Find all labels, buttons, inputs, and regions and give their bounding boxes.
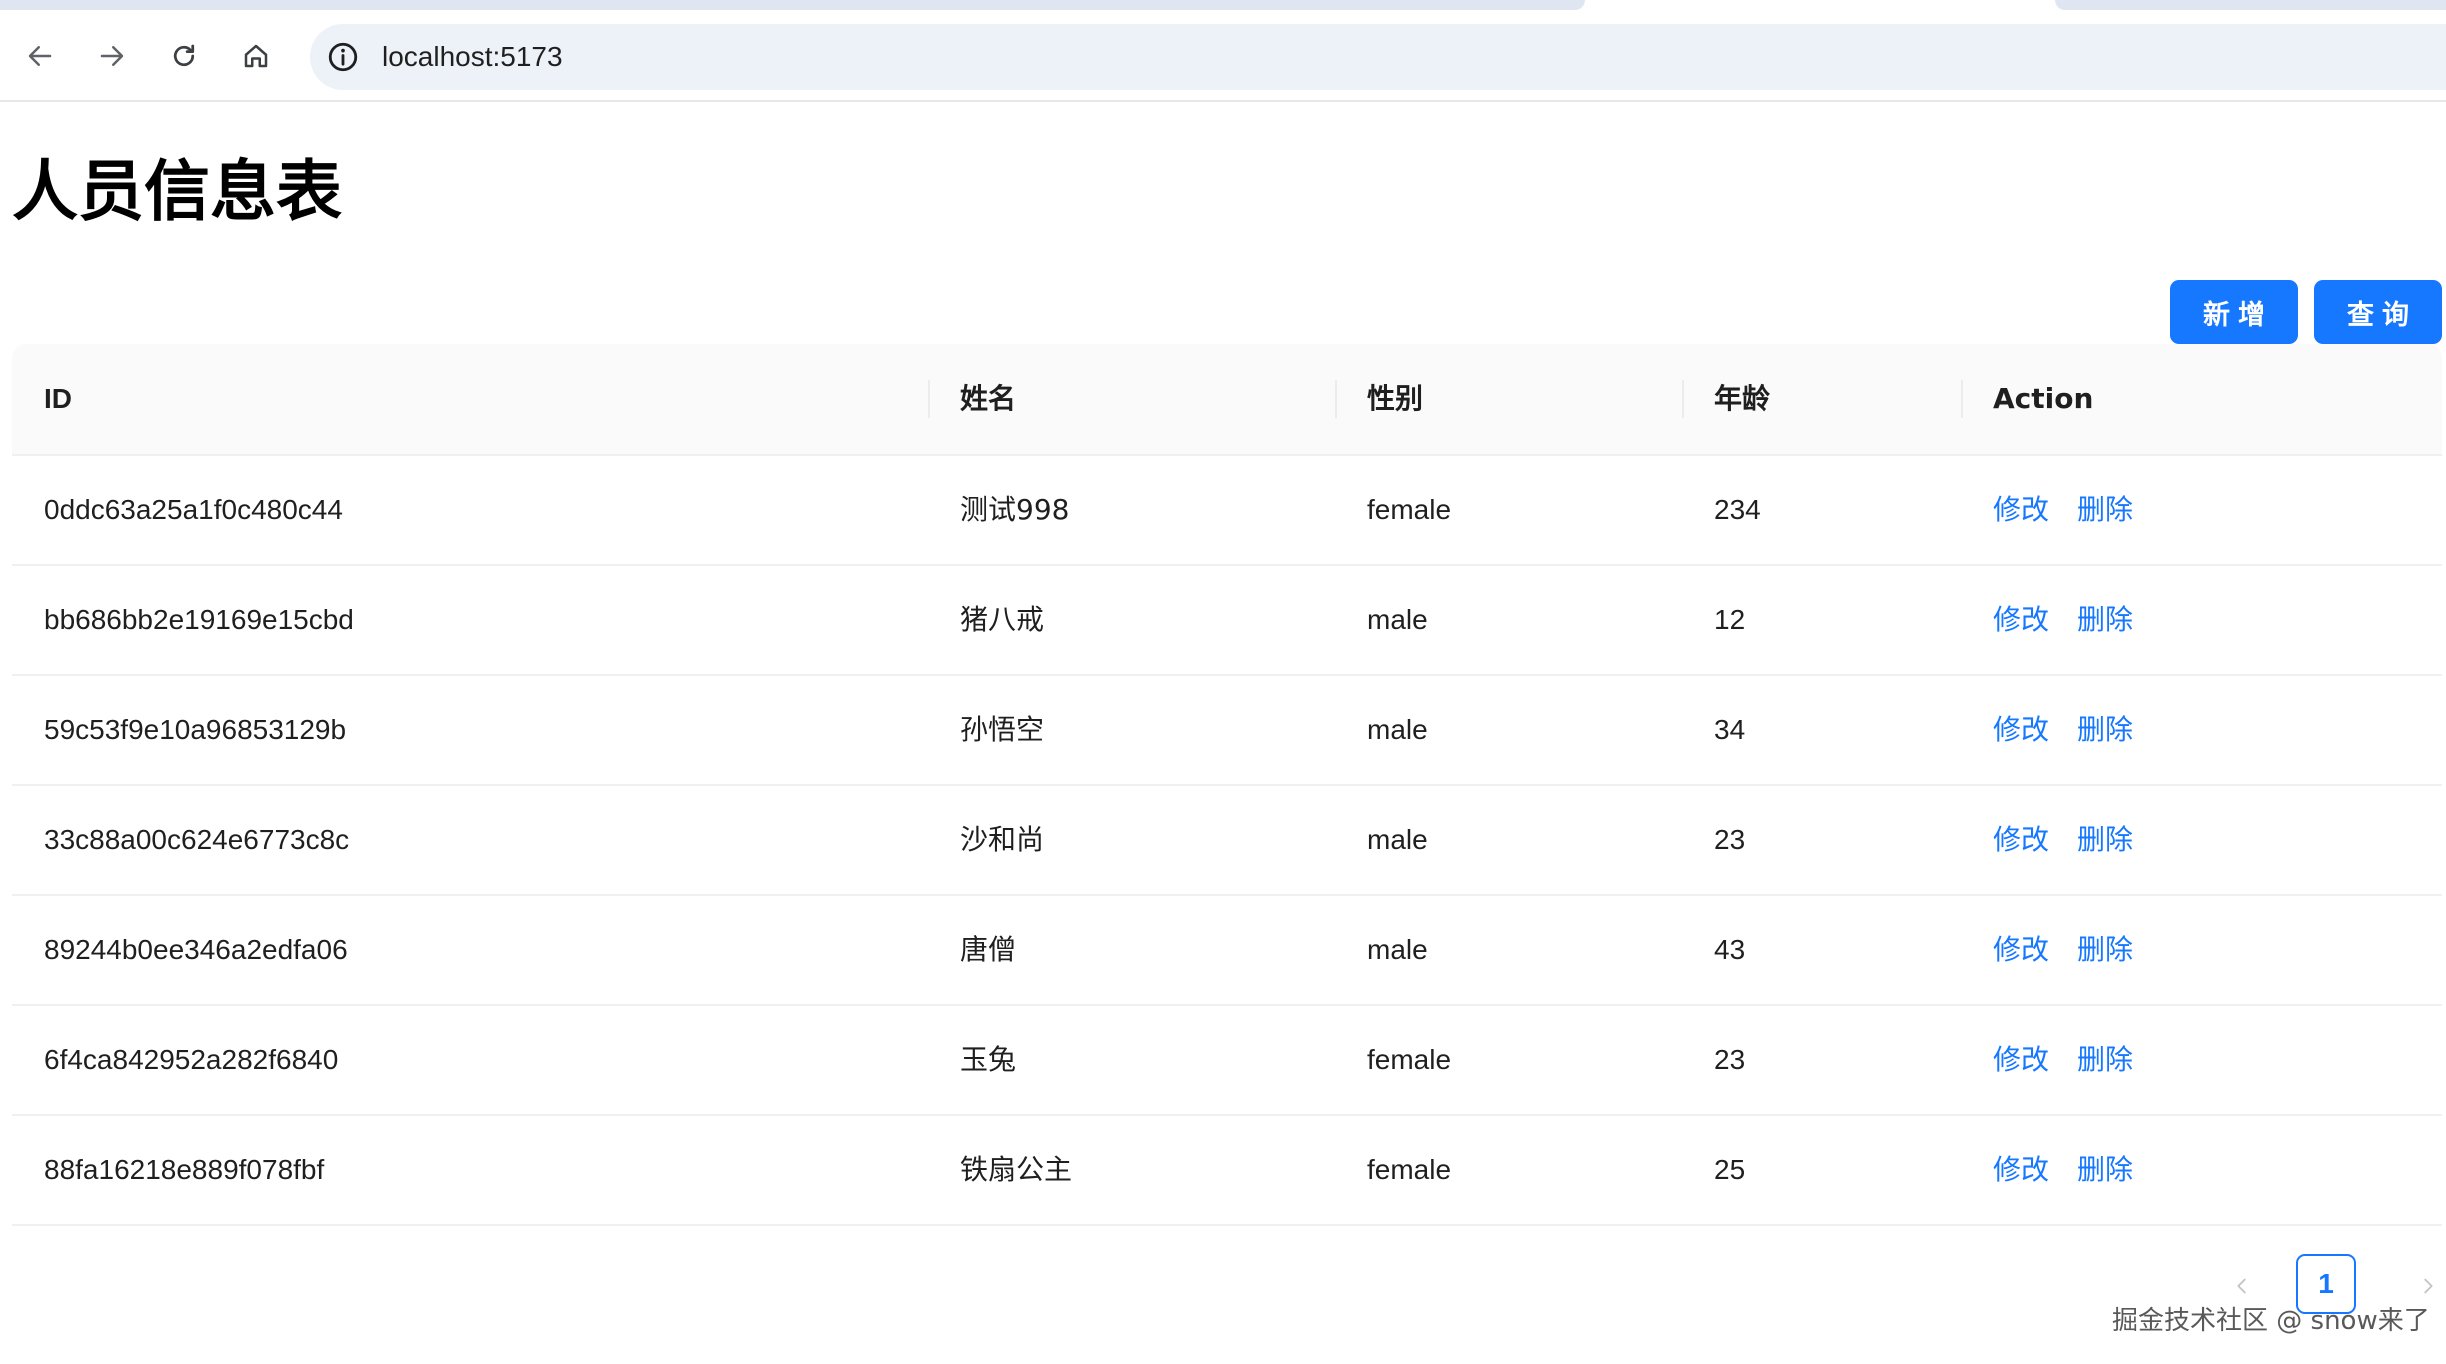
- forward-arrow-icon: [100, 46, 124, 66]
- cell-id: 88fa16218e889f078fbf: [44, 1154, 325, 1185]
- edit-link[interactable]: 修改: [1993, 713, 2049, 746]
- table-row: bb686bb2e19169e15cbd 猪八戒 male 12 修改 删除: [12, 566, 2442, 676]
- edit-link[interactable]: 修改: [1993, 603, 2049, 636]
- reload-button[interactable]: [162, 34, 206, 78]
- url-text[interactable]: localhost:5173: [382, 24, 563, 90]
- chevron-left-icon: [2237, 1278, 2246, 1294]
- chevron-right-icon: [2424, 1278, 2433, 1294]
- cell-actions: 修改 删除: [1993, 1006, 2133, 1114]
- table-row: 89244b0ee346a2edfa06 唐僧 male 43 修改 删除: [12, 896, 2442, 1006]
- cell-age: 12: [1714, 604, 1746, 635]
- cell-actions: 修改 删除: [1993, 566, 2133, 674]
- background-tab[interactable]: [0, 0, 1585, 10]
- watermark: 掘金技术社区 @ snow来了: [2112, 1306, 2430, 1336]
- column-header-id: ID: [44, 383, 72, 414]
- home-icon: [244, 44, 268, 68]
- cell-gender: male: [1367, 824, 1428, 855]
- table-header: ID 姓名 性别 年龄 Action: [12, 344, 2442, 456]
- cell-gender: female: [1367, 1154, 1452, 1185]
- cell-actions: 修改 删除: [1993, 896, 2133, 1004]
- tab-strip: [0, 0, 2446, 14]
- cell-age: 234: [1714, 494, 1761, 525]
- cell-gender: male: [1367, 934, 1428, 965]
- cell-id: 89244b0ee346a2edfa06: [44, 934, 348, 965]
- column-header-action: Action: [1993, 382, 2094, 415]
- info-icon[interactable]: [326, 40, 360, 74]
- cell-id: 6f4ca842952a282f6840: [44, 1044, 339, 1075]
- delete-link[interactable]: 删除: [2077, 603, 2133, 636]
- table-row: 0ddc63a25a1f0c480c44 测试998 female 234 修改…: [12, 456, 2442, 566]
- cell-actions: 修改 删除: [1993, 676, 2133, 784]
- cell-age: 23: [1714, 824, 1746, 855]
- edit-link[interactable]: 修改: [1993, 823, 2049, 856]
- cell-id: bb686bb2e19169e15cbd: [44, 604, 354, 635]
- column-header-gender: 性别: [1367, 383, 1424, 414]
- cell-actions: 修改 删除: [1993, 456, 2133, 564]
- prev-page-button[interactable]: [2224, 1268, 2260, 1304]
- column-divider: [1682, 380, 1684, 418]
- table-row: 59c53f9e10a96853129b 孙悟空 male 34 修改 删除: [12, 676, 2442, 786]
- cell-gender: male: [1367, 714, 1428, 745]
- background-tab[interactable]: [2055, 0, 2446, 10]
- table-row: 88fa16218e889f078fbf 铁扇公主 female 25 修改 删除: [12, 1116, 2442, 1226]
- cell-name: 唐僧: [960, 933, 1017, 966]
- cell-actions: 修改 删除: [1993, 1116, 2133, 1224]
- cell-age: 25: [1714, 1154, 1746, 1185]
- forward-button[interactable]: [90, 34, 134, 78]
- column-divider: [928, 380, 930, 418]
- cell-gender: male: [1367, 604, 1428, 635]
- cell-age: 23: [1714, 1044, 1746, 1075]
- person-table: ID 姓名 性别 年龄 Action 0ddc63a25a1f0c480c44 …: [12, 344, 2442, 1226]
- table-row: 33c88a00c624e6773c8c 沙和尚 male 23 修改 删除: [12, 786, 2442, 896]
- delete-link[interactable]: 删除: [2077, 493, 2133, 526]
- delete-link[interactable]: 删除: [2077, 823, 2133, 856]
- home-button[interactable]: [234, 34, 278, 78]
- delete-link[interactable]: 删除: [2077, 1153, 2133, 1186]
- column-divider: [1961, 380, 1963, 418]
- cell-name: 玉兔: [960, 1043, 1017, 1076]
- cell-age: 43: [1714, 934, 1746, 965]
- address-bar[interactable]: localhost:5173: [310, 24, 2446, 90]
- column-header-name: 姓名: [960, 382, 1017, 415]
- query-button[interactable]: 查询: [2314, 280, 2442, 344]
- cell-name: 猪八戒: [960, 603, 1045, 636]
- delete-link[interactable]: 删除: [2077, 713, 2133, 746]
- delete-link[interactable]: 删除: [2077, 1043, 2133, 1076]
- column-header-age: 年龄: [1714, 383, 1771, 414]
- cell-gender: female: [1367, 1044, 1452, 1075]
- cell-gender: female: [1367, 494, 1452, 525]
- cell-id: 33c88a00c624e6773c8c: [44, 824, 350, 855]
- table-row: 6f4ca842952a282f6840 玉兔 female 23 修改 删除: [12, 1006, 2442, 1116]
- column-divider: [1335, 380, 1337, 418]
- cell-name: 孙悟空: [960, 713, 1045, 746]
- add-button[interactable]: 新增: [2170, 280, 2298, 344]
- edit-link[interactable]: 修改: [1993, 493, 2049, 526]
- reload-icon: [173, 44, 195, 67]
- cell-name: 铁扇公主: [960, 1153, 1073, 1186]
- back-button[interactable]: [18, 34, 62, 78]
- cell-id: 0ddc63a25a1f0c480c44: [44, 494, 343, 525]
- page-title: 人员信息表: [12, 153, 342, 230]
- edit-link[interactable]: 修改: [1993, 1043, 2049, 1076]
- cell-name: 测试998: [960, 493, 1070, 526]
- cell-age: 34: [1714, 714, 1746, 745]
- cell-id: 59c53f9e10a96853129b: [44, 714, 347, 745]
- edit-link[interactable]: 修改: [1993, 1153, 2049, 1186]
- delete-link[interactable]: 删除: [2077, 933, 2133, 966]
- next-page-button[interactable]: [2410, 1268, 2446, 1304]
- edit-link[interactable]: 修改: [1993, 933, 2049, 966]
- cell-actions: 修改 删除: [1993, 786, 2133, 894]
- browser-toolbar: localhost:5173: [0, 14, 2446, 102]
- cell-name: 沙和尚: [960, 823, 1045, 856]
- back-arrow-icon: [28, 46, 52, 66]
